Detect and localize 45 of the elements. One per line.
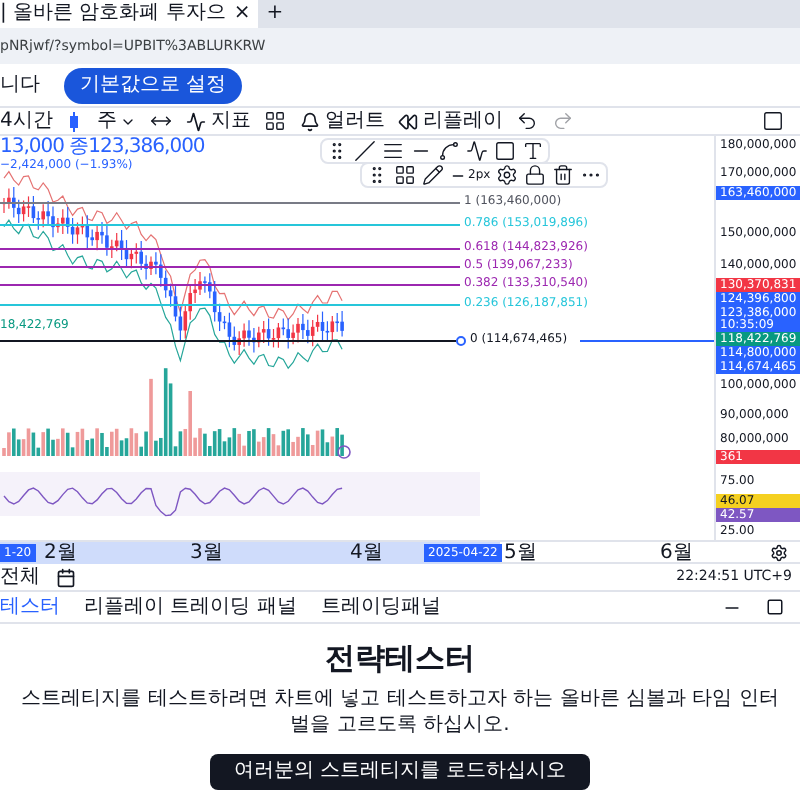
time-label: 2월 <box>44 542 77 564</box>
alert-button[interactable]: 얼러트 <box>300 111 385 131</box>
chart-type-dropdown[interactable]: 주 <box>96 111 137 131</box>
rewind-icon <box>398 111 419 131</box>
undo-icon[interactable] <box>516 110 539 132</box>
bell-icon <box>300 111 321 131</box>
panel-tab[interactable]: 리플레이 트레이딩 패널 <box>84 597 297 617</box>
load-strategy-button[interactable]: 여러분의 스트레티지를 로드하십시오 <box>209 753 591 790</box>
anchor-handle[interactable] <box>456 335 466 345</box>
replay-button[interactable]: 리플레이 <box>398 111 503 131</box>
interval-button[interactable]: 4시간 <box>0 111 53 131</box>
notice-text: 니다 <box>0 72 40 100</box>
panel-tab[interactable]: 트레이딩패널 <box>320 597 441 617</box>
trash-icon[interactable] <box>552 164 575 186</box>
text-icon[interactable] <box>522 140 544 162</box>
group-icon[interactable] <box>394 164 416 186</box>
indicators-icon <box>186 111 207 131</box>
volume-marker-icon <box>337 445 351 459</box>
time-label: 4월 <box>350 542 383 564</box>
indicators-button[interactable]: 지표 <box>186 111 251 131</box>
candle-icon[interactable] <box>66 111 83 131</box>
reset-default-button[interactable]: 기본값으로 설정 <box>64 67 243 103</box>
tester-description: 스트레티지를 테스트하려면 차트에 넣고 테스트하고자 하는 올바른 심볼과 타임 인터벌을 고르도록 하십시오. <box>19 685 781 738</box>
time-label: 3월 <box>190 542 223 564</box>
panel-tab[interactable]: 테스터 <box>0 597 60 617</box>
grid-icon[interactable] <box>264 110 287 132</box>
legend-values: 13,000 종123,386,000 <box>0 138 205 158</box>
rectangle-icon[interactable] <box>494 140 516 162</box>
time-label: 5월 <box>504 542 537 564</box>
pencil-icon[interactable] <box>422 164 444 186</box>
tab-title: | 올바른 암호화폐 투자으 <box>0 4 226 24</box>
new-tab-button[interactable]: + <box>266 4 284 24</box>
maximize-icon[interactable] <box>766 598 784 616</box>
range-button[interactable]: 전체 <box>0 567 40 587</box>
tester-title: 전략테스터 <box>325 640 475 678</box>
fullscreen-icon[interactable] <box>762 110 784 132</box>
trend-line-icon[interactable] <box>354 140 376 162</box>
browser-tab[interactable]: | 올바른 암호화폐 투자으 × <box>0 0 259 28</box>
close-tab-button[interactable]: × <box>233 4 251 24</box>
settings-icon[interactable] <box>496 164 519 186</box>
lock-icon[interactable] <box>524 164 547 186</box>
pattern-icon[interactable] <box>466 140 488 162</box>
settings-icon[interactable] <box>770 544 788 562</box>
time-label: 6월 <box>660 542 693 564</box>
calendar-icon[interactable] <box>56 567 76 587</box>
